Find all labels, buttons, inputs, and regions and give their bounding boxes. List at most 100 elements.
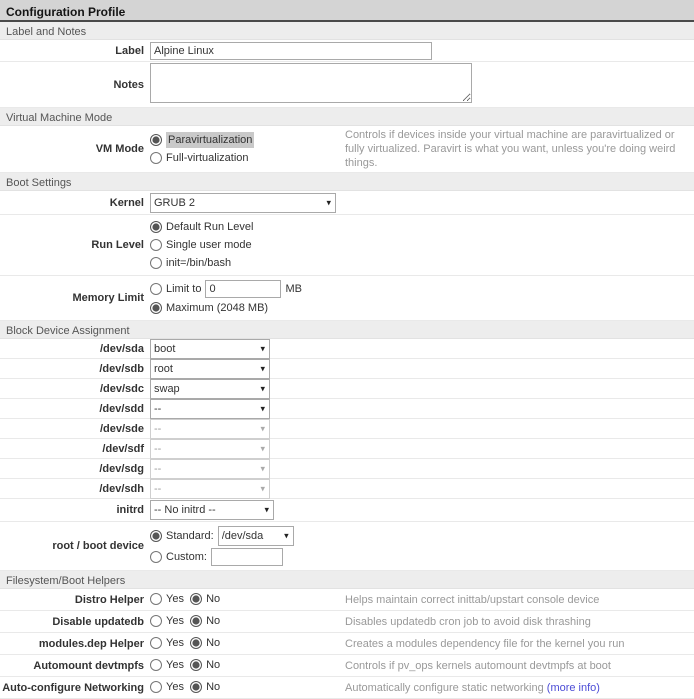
yes-label: Yes xyxy=(166,635,184,651)
device-sdg-label: /dev/sdg xyxy=(0,462,150,476)
auto-configure-networking-no-radio[interactable] xyxy=(190,681,202,693)
device-sdf-label: /dev/sdf xyxy=(0,442,150,456)
run-level-option-default[interactable]: Default Run Level xyxy=(150,219,694,235)
memory-limit-maximum-radio[interactable] xyxy=(150,302,162,314)
disable-updatedb-no-radio[interactable] xyxy=(190,615,202,627)
root-boot-custom-input[interactable] xyxy=(211,548,283,566)
notes-textarea[interactable] xyxy=(150,63,472,103)
vm-mode-full-virtualization-radio[interactable] xyxy=(150,152,162,164)
notes-field-label: Notes xyxy=(0,78,150,92)
device-sdd-select[interactable]: -- xyxy=(150,399,270,419)
vm-mode-option-paravirtualization[interactable]: Paravirtualization xyxy=(150,132,345,148)
device-row-sde: /dev/sde -- xyxy=(0,419,694,439)
device-sdf-select: -- xyxy=(150,439,270,459)
disable-updatedb-help-text: Disables updatedb cron job to avoid disk… xyxy=(345,615,694,629)
modules-dep-no-radio[interactable] xyxy=(190,637,202,649)
no-label: No xyxy=(206,635,220,651)
automount-devtmpfs-yes-option[interactable]: Yes xyxy=(150,657,184,673)
modules-dep-yes-option[interactable]: Yes xyxy=(150,635,184,651)
device-sdc-select[interactable]: swap xyxy=(150,379,270,399)
more-info-link[interactable]: (more info) xyxy=(547,682,600,694)
vm-mode-help-text: Controls if devices inside your virtual … xyxy=(345,128,694,170)
section-virtual-machine-mode: Virtual Machine Mode xyxy=(0,108,694,126)
run-level-default-radio[interactable] xyxy=(150,221,162,233)
distro-helper-label: Distro Helper xyxy=(0,593,150,607)
automount-devtmpfs-no-option[interactable]: No xyxy=(190,657,220,673)
disable-updatedb-no-option[interactable]: No xyxy=(190,613,220,629)
helper-row-automount-devtmpfs: Automount devtmpfs Yes No Controls if pv… xyxy=(0,655,694,677)
yes-label: Yes xyxy=(166,613,184,629)
yes-label: Yes xyxy=(166,679,184,695)
memory-limit-to-radio[interactable] xyxy=(150,283,162,295)
device-sdb-label: /dev/sdb xyxy=(0,362,150,376)
memory-limit-maximum-label: Maximum (2048 MB) xyxy=(166,300,268,316)
device-row-sdb: /dev/sdb root xyxy=(0,359,694,379)
helper-row-disable-updatedb: Disable updatedb Yes No Disables updated… xyxy=(0,611,694,633)
run-level-single-user-radio[interactable] xyxy=(150,239,162,251)
run-level-init-bash-label: init=/bin/bash xyxy=(166,255,231,271)
automount-devtmpfs-no-radio[interactable] xyxy=(190,659,202,671)
device-sdd-label: /dev/sdd xyxy=(0,402,150,416)
root-boot-device-row: root / boot device Standard: /dev/sda Cu… xyxy=(0,522,694,571)
device-row-sdg: /dev/sdg -- xyxy=(0,459,694,479)
automount-devtmpfs-label: Automount devtmpfs xyxy=(0,659,150,673)
no-label: No xyxy=(206,679,220,695)
root-boot-standard-option[interactable]: Standard: xyxy=(150,528,214,544)
device-sdg-select: -- xyxy=(150,459,270,479)
modules-dep-yes-radio[interactable] xyxy=(150,637,162,649)
kernel-select[interactable]: GRUB 2 xyxy=(150,193,336,213)
memory-limit-label: Memory Limit xyxy=(0,291,150,305)
device-row-sdh: /dev/sdh -- xyxy=(0,479,694,499)
section-label-and-notes: Label and Notes xyxy=(0,22,694,40)
distro-helper-no-radio[interactable] xyxy=(190,593,202,605)
root-boot-custom-radio[interactable] xyxy=(150,551,162,563)
memory-limit-option-limit-to[interactable]: Limit to xyxy=(150,281,201,297)
root-boot-device-label: root / boot device xyxy=(0,539,150,553)
no-label: No xyxy=(206,591,220,607)
device-sda-label: /dev/sda xyxy=(0,342,150,356)
modules-dep-no-option[interactable]: No xyxy=(190,635,220,651)
device-row-sdf: /dev/sdf -- xyxy=(0,439,694,459)
device-sdh-label: /dev/sdh xyxy=(0,482,150,496)
label-row: Label xyxy=(0,40,694,62)
auto-configure-networking-no-option[interactable]: No xyxy=(190,679,220,695)
disable-updatedb-yes-option[interactable]: Yes xyxy=(150,613,184,629)
label-input[interactable] xyxy=(150,42,432,60)
vm-mode-paravirtualization-label: Paravirtualization xyxy=(166,132,254,148)
device-row-sdc: /dev/sdc swap xyxy=(0,379,694,399)
device-sdb-select[interactable]: root xyxy=(150,359,270,379)
memory-limit-input[interactable] xyxy=(205,280,281,298)
page-title: Configuration Profile xyxy=(0,0,694,22)
memory-limit-option-maximum[interactable]: Maximum (2048 MB) xyxy=(150,300,694,316)
distro-helper-yes-option[interactable]: Yes xyxy=(150,591,184,607)
initrd-row: initrd -- No initrd -- xyxy=(0,499,694,522)
run-level-option-single-user[interactable]: Single user mode xyxy=(150,237,694,253)
helper-row-modules-dep: modules.dep Helper Yes No Creates a modu… xyxy=(0,633,694,655)
distro-helper-yes-radio[interactable] xyxy=(150,593,162,605)
auto-configure-networking-yes-option[interactable]: Yes xyxy=(150,679,184,695)
root-boot-standard-select[interactable]: /dev/sda xyxy=(218,526,294,546)
root-boot-standard-radio[interactable] xyxy=(150,530,162,542)
no-label: No xyxy=(206,613,220,629)
auto-configure-networking-yes-radio[interactable] xyxy=(150,681,162,693)
run-level-init-bash-radio[interactable] xyxy=(150,257,162,269)
vm-mode-paravirtualization-radio[interactable] xyxy=(150,134,162,146)
vm-mode-row: VM Mode Paravirtualization Full-virtuali… xyxy=(0,126,694,173)
section-filesystem-boot-helpers: Filesystem/Boot Helpers xyxy=(0,571,694,589)
modules-dep-helper-label: modules.dep Helper xyxy=(0,637,150,651)
device-sda-select[interactable]: boot xyxy=(150,339,270,359)
device-sde-select: -- xyxy=(150,419,270,439)
vm-mode-full-virtualization-label: Full-virtualization xyxy=(166,150,249,166)
automount-devtmpfs-yes-radio[interactable] xyxy=(150,659,162,671)
vm-mode-option-full-virtualization[interactable]: Full-virtualization xyxy=(150,150,345,166)
automount-devtmpfs-help-text: Controls if pv_ops kernels automount dev… xyxy=(345,659,694,673)
configuration-profile-page: Configuration Profile Label and Notes La… xyxy=(0,0,694,699)
distro-helper-no-option[interactable]: No xyxy=(190,591,220,607)
disable-updatedb-yes-radio[interactable] xyxy=(150,615,162,627)
initrd-select[interactable]: -- No initrd -- xyxy=(150,500,274,520)
device-sde-label: /dev/sde xyxy=(0,422,150,436)
yes-label: Yes xyxy=(166,591,184,607)
root-boot-custom-option[interactable]: Custom: xyxy=(150,549,207,565)
root-boot-standard-label: Standard: xyxy=(166,528,214,544)
run-level-option-init-bash[interactable]: init=/bin/bash xyxy=(150,255,694,271)
